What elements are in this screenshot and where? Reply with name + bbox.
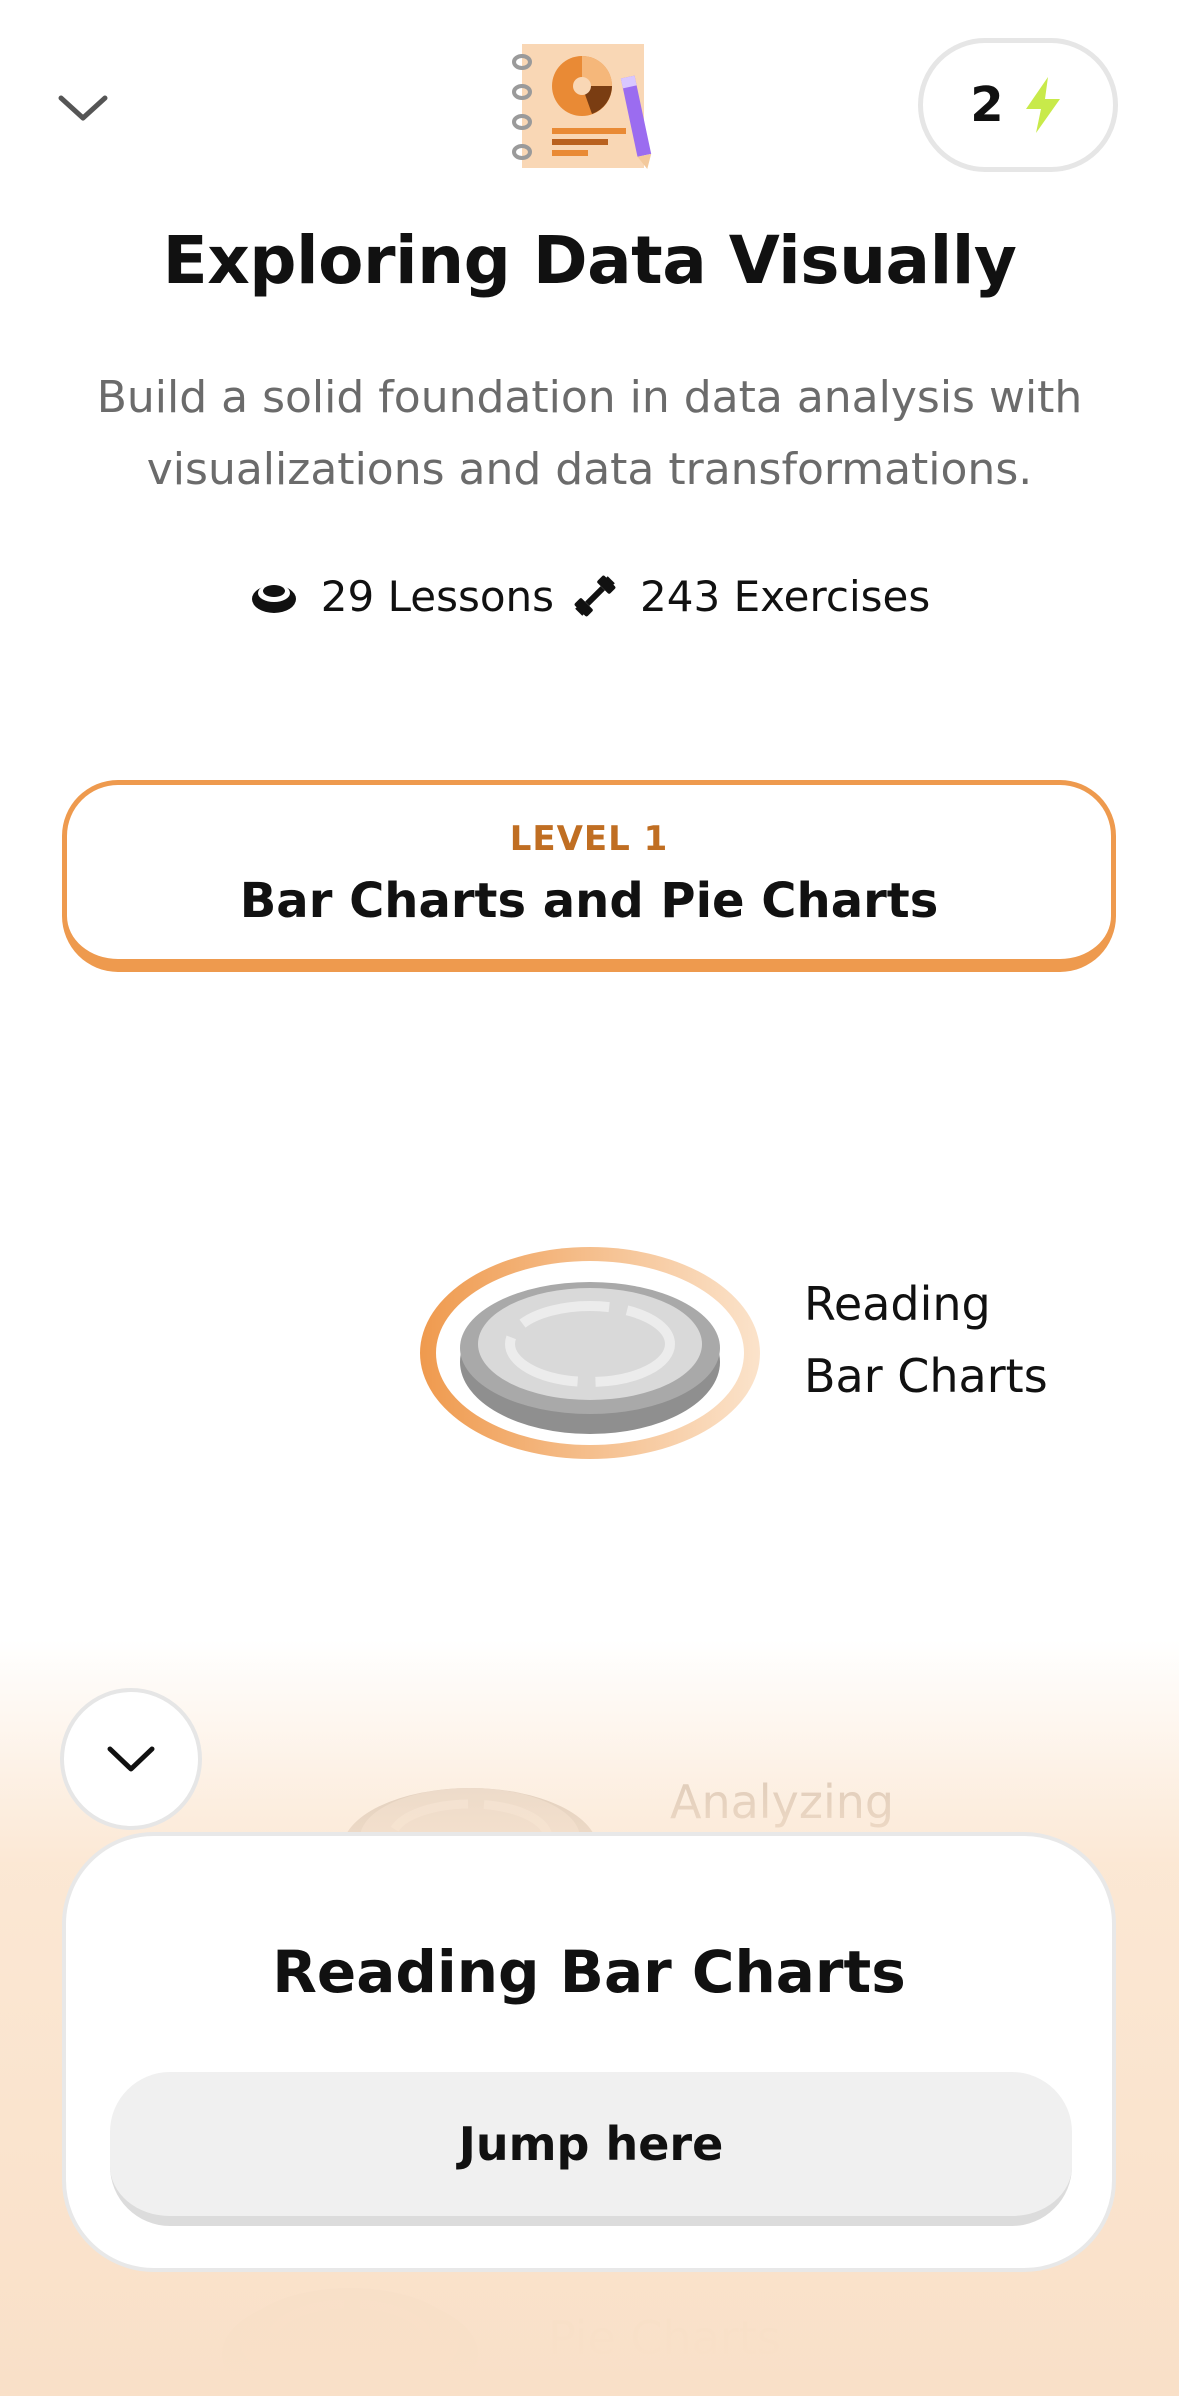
lesson-node-label: Pie Charts (548, 2311, 781, 2365)
lesson-label-line: Reading (804, 1277, 991, 1331)
dumbbell-icon (574, 575, 616, 617)
energy-count: 2 (970, 77, 1004, 133)
level-title: Bar Charts and Pie Charts (239, 873, 939, 929)
lesson-node-label: Analyzing (670, 1775, 895, 1829)
lesson-node-locked[interactable] (220, 2270, 480, 2396)
exercises-stat: 243 Exercises (572, 572, 930, 621)
chevron-down-icon (107, 1746, 155, 1772)
lesson-popup: Reading Bar Charts Jump here (62, 1832, 1116, 2272)
chevron-down-icon (58, 95, 108, 121)
lessons-stat: 29 Lessons (249, 572, 554, 621)
level-card[interactable]: LEVEL 1 Bar Charts and Pie Charts (62, 780, 1116, 972)
energy-counter[interactable]: 2 (918, 38, 1118, 172)
lessons-stack-icon (251, 584, 296, 613)
level-label: LEVEL 1 (509, 819, 669, 859)
lightning-bolt-icon (1025, 77, 1060, 133)
lessons-count: 29 Lessons (320, 571, 555, 621)
popup-title: Reading Bar Charts (272, 1938, 906, 2006)
lesson-label-line: Bar Charts (804, 1349, 1048, 1403)
notebook-pie-chart-illustration (512, 44, 652, 170)
jump-here-button[interactable]: Jump here (110, 2072, 1072, 2226)
collapse-button[interactable] (50, 75, 116, 141)
course-page: 2 Exploring Data Visually Build a solid … (0, 0, 1179, 2396)
course-description: Build a solid foundation in data analysi… (96, 372, 1083, 495)
course-title: Exploring Data Visually (162, 222, 1017, 299)
lesson-node-label: Reading Bar Charts (804, 1268, 1048, 1412)
lesson-node-current[interactable] (416, 1244, 764, 1462)
scroll-to-current-button[interactable] (60, 1688, 202, 1830)
exercises-count: 243 Exercises (640, 571, 931, 621)
course-stats: 29 Lessons 243 Exercises (0, 566, 1179, 626)
